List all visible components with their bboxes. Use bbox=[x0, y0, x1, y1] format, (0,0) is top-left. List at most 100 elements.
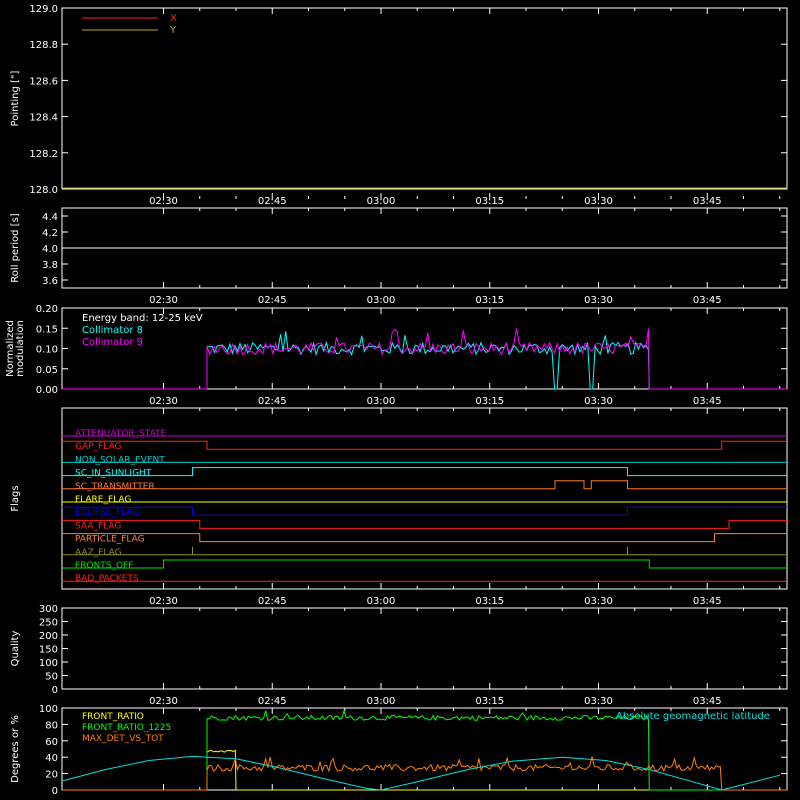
roll-xtick-label: 03:30 bbox=[584, 295, 613, 306]
rhessi-summary-figure: 128.0 128.2 128.4 128.6 128.8 129.0 02:30 02:45… bbox=[5, 4, 788, 797]
quality-ytick-label: 250 bbox=[39, 618, 58, 629]
roll-xtick-label: 03:15 bbox=[475, 295, 504, 306]
pointing-ytick-label: 128.4 bbox=[29, 113, 58, 124]
flags-frame bbox=[61, 407, 788, 590]
flag-label-eclipse-flag: ECLIPSE_FLAG bbox=[75, 508, 139, 518]
modulation-xtick-label: 03:00 bbox=[367, 396, 396, 407]
quality-xtick-label: 02:45 bbox=[258, 696, 287, 707]
flag-line-gap-flag bbox=[62, 440, 787, 450]
series-collimator-9 bbox=[62, 328, 787, 390]
quality-ytick-label: 100 bbox=[39, 658, 58, 669]
roll-xtick-label: 03:45 bbox=[693, 295, 722, 306]
roll-ylabel: Roll period [s] bbox=[10, 213, 21, 282]
ratios-ytick-label: 100 bbox=[39, 704, 58, 715]
quality-xtick-label: 02:30 bbox=[149, 696, 178, 707]
quality-ylabel: Quality bbox=[10, 631, 21, 667]
energy-band-annotation: Energy band: 12-25 keV bbox=[82, 313, 203, 324]
flag-label-aaz-flag: AAZ_FLAG bbox=[75, 548, 122, 558]
legend-label-y: Y bbox=[169, 25, 177, 36]
flag-label-fronts-off: FRONTS_OFF bbox=[75, 561, 133, 571]
modulation-xtick-label: 03:15 bbox=[475, 396, 504, 407]
legend-label-front-ratio-1225: FRONT_RATIO_1225 bbox=[82, 723, 171, 733]
flag-label-attenuator-state: ATTENUATOR_STATE bbox=[75, 429, 167, 439]
legend-label-collimator-9: Collimator 9 bbox=[82, 337, 143, 348]
roll-ytick-label: 4.4 bbox=[42, 212, 58, 223]
flags-xtick-label: 02:45 bbox=[258, 596, 287, 607]
quality-ytick-label: 150 bbox=[39, 645, 58, 656]
ratios-ylabel: Degrees or % bbox=[10, 715, 21, 783]
quality-ytick-label: 200 bbox=[39, 631, 58, 642]
legend-label-max-det-vs-tot: MAX_DET_VS_TOT bbox=[82, 734, 164, 744]
flag-label-sc-transmitter: SC_TRANSMITTER bbox=[75, 482, 155, 492]
flag-line-saa-flag bbox=[62, 519, 787, 529]
ratios-ytick-label: 20 bbox=[45, 770, 58, 781]
ratios-ytick-label: 0 bbox=[52, 786, 58, 797]
roll-xtick-label: 02:45 bbox=[258, 295, 287, 306]
modulation-ytick-label: 0.15 bbox=[36, 324, 58, 335]
flags-xtick-label: 03:15 bbox=[475, 596, 504, 607]
geomagnetic-latitude-annotation: Absolute geomagnetic latitude bbox=[616, 711, 770, 722]
modulation-xtick-label: 03:45 bbox=[693, 396, 722, 407]
series-collimator-8 bbox=[62, 331, 787, 390]
legend-label-collimator-8: Collimator 8 bbox=[82, 325, 143, 336]
quality-ytick-label: 50 bbox=[45, 672, 58, 683]
flags-ylabel: Flags bbox=[10, 485, 21, 511]
flag-label-flare-flag: FLARE_FLAG bbox=[75, 495, 131, 505]
pointing-xtick-label: 03:30 bbox=[584, 196, 613, 207]
quality-ytick-label: 300 bbox=[39, 604, 58, 615]
ratios-ytick-label: 60 bbox=[45, 737, 58, 748]
flags-xtick-label: 03:00 bbox=[367, 596, 396, 607]
modulation-ytick-label: 0.20 bbox=[36, 304, 58, 315]
modulation-xtick-label: 03:30 bbox=[584, 396, 613, 407]
flag-line-fronts-off bbox=[62, 559, 787, 569]
legend-label-x: X bbox=[170, 13, 177, 24]
modulation-ytick-label: 0.05 bbox=[36, 365, 58, 376]
pointing-xtick-label: 03:00 bbox=[367, 196, 396, 207]
pointing-ytick-label: 128.0 bbox=[29, 185, 58, 196]
roll-ytick-label: 3.8 bbox=[42, 260, 58, 271]
flag-label-gap-flag: GAP_FLAG bbox=[75, 442, 121, 452]
quality-xtick-label: 03:00 bbox=[367, 696, 396, 707]
flags-xtick-label: 03:30 bbox=[584, 596, 613, 607]
modulation-ylabel: modulation bbox=[15, 320, 26, 377]
series-max-det-vs-tot bbox=[62, 755, 787, 791]
series-absolute-geomagnetic-latitude bbox=[61, 755, 780, 791]
pointing-xtick-label: 02:45 bbox=[258, 196, 287, 207]
flag-line-particle-flag bbox=[62, 533, 787, 543]
pointing-ytick-label: 129.0 bbox=[29, 4, 58, 15]
roll-xtick-label: 03:00 bbox=[367, 295, 396, 306]
ratios-ytick-label: 80 bbox=[45, 720, 58, 731]
pointing-ytick-label: 128.2 bbox=[29, 149, 58, 160]
pointing-xtick-label: 03:15 bbox=[475, 196, 504, 207]
modulation-xtick-label: 02:45 bbox=[258, 396, 287, 407]
flag-label-particle-flag: PARTICLE_FLAG bbox=[75, 535, 145, 545]
quality-xtick-label: 03:30 bbox=[584, 696, 613, 707]
flag-label-bad-packets: BAD_PACKETS bbox=[75, 574, 139, 584]
pointing-xtick-label: 03:45 bbox=[693, 196, 722, 207]
modulation-ytick-label: 0.10 bbox=[36, 345, 58, 356]
flag-label-sc-in-sunlight: SC_IN_SUNLIGHT bbox=[75, 469, 152, 479]
flags-xtick-label: 02:30 bbox=[149, 596, 178, 607]
roll-ytick-label: 3.6 bbox=[42, 276, 58, 287]
legend-label-front-ratio: FRONT_RATIO bbox=[82, 712, 144, 722]
pointing-ytick-label: 128.6 bbox=[29, 76, 58, 87]
quality-xtick-label: 03:15 bbox=[475, 696, 504, 707]
series-front-ratio bbox=[62, 749, 787, 791]
flags-xtick-label: 03:45 bbox=[693, 596, 722, 607]
pointing-xtick-label: 02:30 bbox=[149, 196, 178, 207]
flag-line-aaz-flag bbox=[62, 546, 787, 556]
roll-ytick-label: 4.0 bbox=[42, 244, 58, 255]
flag-line-sc-in-sunlight bbox=[62, 467, 787, 477]
modulation-xtick-label: 02:30 bbox=[149, 396, 178, 407]
flag-line-eclipse-flag bbox=[62, 506, 787, 516]
pointing-ytick-label: 128.8 bbox=[29, 40, 58, 51]
flag-label-saa-flag: SAA_FLAG bbox=[75, 521, 121, 531]
quality-ytick-label: 0 bbox=[52, 685, 58, 696]
quality-xtick-label: 03:45 bbox=[693, 696, 722, 707]
flag-line-sc-transmitter bbox=[62, 480, 787, 490]
quality-frame bbox=[61, 607, 788, 690]
ratios-ytick-label: 40 bbox=[45, 753, 58, 764]
roll-ytick-label: 4.2 bbox=[42, 228, 58, 239]
pointing-ylabel: Pointing ["] bbox=[10, 70, 21, 126]
roll-xtick-label: 02:30 bbox=[149, 295, 178, 306]
